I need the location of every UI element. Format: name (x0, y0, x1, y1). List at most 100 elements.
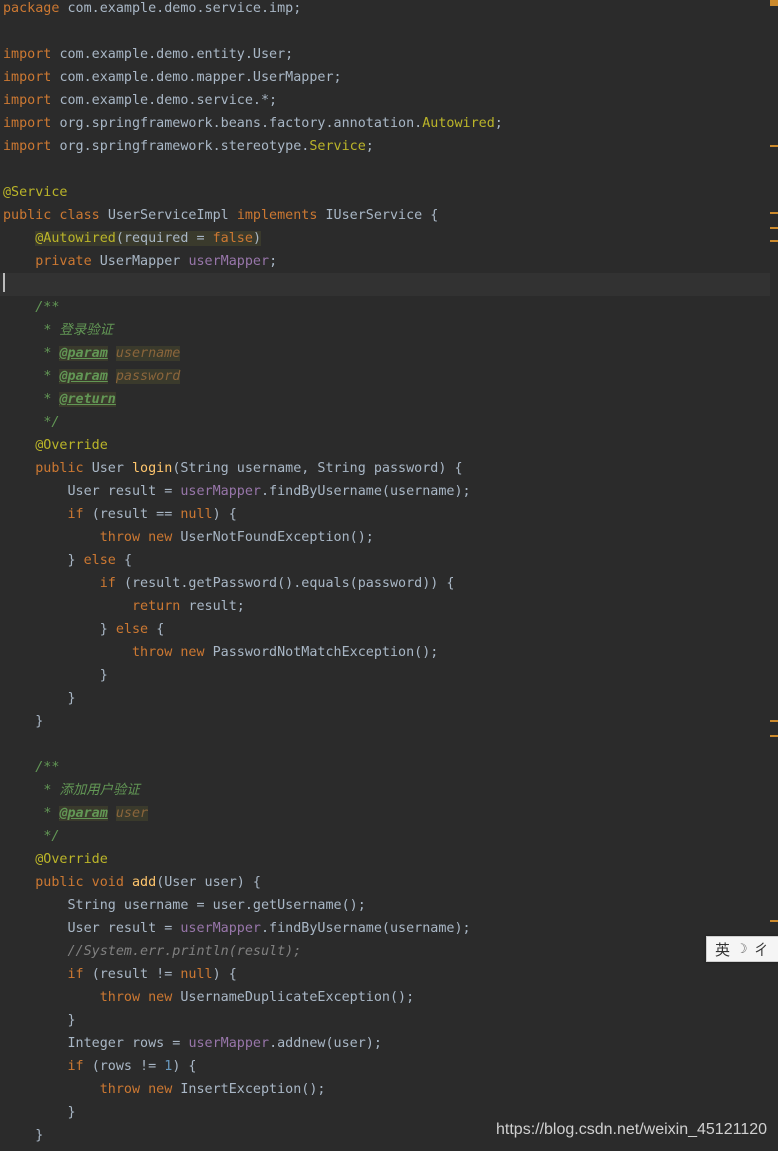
ime-status-bar[interactable]: 英 ☽ ㄔ (706, 936, 778, 962)
code-line[interactable]: package com.example.demo.service.imp; (0, 0, 773, 20)
code-line[interactable] (0, 733, 773, 756)
code-token: .findByUsername(username); (261, 484, 471, 499)
code-line[interactable] (0, 20, 773, 43)
code-token: { (123, 553, 132, 568)
code-line[interactable]: import org.springframework.stereotype.Se… (0, 135, 773, 158)
code-token: } (99, 668, 108, 683)
code-line[interactable]: * @param user (0, 802, 773, 825)
code-token: PasswordNotMatchException(); (212, 645, 439, 660)
code-line[interactable]: import com.example.demo.entity.User; (0, 43, 773, 66)
code-line[interactable]: throw new UsernameDuplicateException(); (0, 986, 773, 1009)
code-line[interactable]: return result; (0, 595, 773, 618)
code-token: ) (252, 231, 261, 246)
code-token: import (3, 116, 60, 131)
code-line[interactable]: throw new PasswordNotMatchException(); (0, 641, 773, 664)
code-line[interactable]: @Autowired(required = false) (0, 227, 773, 250)
scroll-marker (770, 735, 778, 737)
code-line[interactable]: throw new UserNotFoundException(); (0, 526, 773, 549)
code-token: throw new (99, 990, 181, 1005)
code-token: Service (309, 139, 366, 154)
code-line[interactable]: if (result == null) { (0, 503, 773, 526)
code-line[interactable]: User result = userMapper.findByUsername(… (0, 917, 773, 940)
ime-mode-label[interactable]: 英 (715, 939, 730, 960)
code-line[interactable]: if (rows != 1) { (0, 1055, 773, 1078)
code-line[interactable]: public class UserServiceImpl implements … (0, 204, 773, 227)
code-line[interactable]: import com.example.demo.mapper.UserMappe… (0, 66, 773, 89)
editor-scrollbar[interactable] (770, 0, 778, 1151)
code-token: null (180, 967, 213, 982)
code-line[interactable]: } (0, 664, 773, 687)
code-token: UserMapper (99, 254, 189, 269)
scroll-marker (770, 227, 778, 229)
code-line[interactable]: if (result.getPassword().equals(password… (0, 572, 773, 595)
code-token: @Service (3, 185, 68, 200)
code-token: @param (59, 369, 108, 384)
code-line[interactable]: public User login(String username, Strin… (0, 457, 773, 480)
code-token: @Autowired (35, 231, 116, 246)
code-line[interactable]: } else { (0, 618, 773, 641)
code-line[interactable]: } else { (0, 549, 773, 572)
code-line[interactable]: if (result != null) { (0, 963, 773, 986)
code-line[interactable]: * 添加用户验证 (0, 779, 773, 802)
code-line[interactable]: throw new InsertException(); (0, 1078, 773, 1101)
code-token: if (99, 576, 124, 591)
code-token: public (35, 461, 92, 476)
code-line[interactable]: */ (0, 411, 773, 434)
code-line[interactable]: Integer rows = userMapper.addnew(user); (0, 1032, 773, 1055)
code-editor[interactable]: package com.example.demo.service.imp; imp… (0, 0, 773, 1151)
code-line[interactable]: /** (0, 296, 773, 319)
code-line[interactable]: * @return (0, 388, 773, 411)
code-token: user (115, 806, 149, 821)
code-token: else (115, 622, 157, 637)
code-line[interactable]: public void add(User user) { (0, 871, 773, 894)
code-token: password (115, 369, 181, 384)
code-token: (result.getPassword().equals(password)) … (123, 576, 455, 591)
code-line[interactable]: String username = user.getUsername(); (0, 894, 773, 917)
code-line[interactable]: } (0, 710, 773, 733)
scroll-marker (770, 0, 778, 6)
code-line[interactable] (0, 273, 773, 296)
code-token: User (91, 461, 132, 476)
code-token: @param (59, 806, 108, 821)
code-line[interactable]: @Override (0, 434, 773, 457)
code-line[interactable] (0, 158, 773, 181)
code-token: String username = user.getUsername(); (67, 898, 366, 913)
code-token: else (83, 553, 124, 568)
code-token: userMapper (180, 484, 261, 499)
code-token: UsernameDuplicateException(); (180, 990, 415, 1005)
code-line[interactable]: } (0, 687, 773, 710)
code-token: .addnew(user); (269, 1036, 382, 1051)
code-line[interactable]: User result = userMapper.findByUsername(… (0, 480, 773, 503)
code-token: return (132, 599, 189, 614)
code-line[interactable]: /** (0, 756, 773, 779)
ime-extra-glyph[interactable]: ㄔ (754, 939, 769, 960)
code-line[interactable]: * @param username (0, 342, 773, 365)
moon-icon[interactable]: ☽ (736, 942, 748, 957)
code-line[interactable]: */ (0, 825, 773, 848)
code-line[interactable]: @Service (0, 181, 773, 204)
code-token: ) { (172, 1059, 197, 1074)
code-line[interactable]: //System.err.println(result); (0, 940, 773, 963)
code-line[interactable]: * 登录验证 (0, 319, 773, 342)
code-line[interactable]: } (0, 1009, 773, 1032)
code-line[interactable]: import org.springframework.beans.factory… (0, 112, 773, 135)
code-token: com.example.demo.mapper.UserMapper; (59, 70, 342, 85)
code-line[interactable]: import com.example.demo.service.*; (0, 89, 773, 112)
code-token: } (35, 714, 44, 729)
code-token: } (67, 691, 76, 706)
code-line[interactable]: * @param password (0, 365, 773, 388)
code-line[interactable]: @Override (0, 848, 773, 871)
code-line[interactable]: private UserMapper userMapper; (0, 250, 773, 273)
code-token: //System.err.println(result); (67, 944, 302, 959)
